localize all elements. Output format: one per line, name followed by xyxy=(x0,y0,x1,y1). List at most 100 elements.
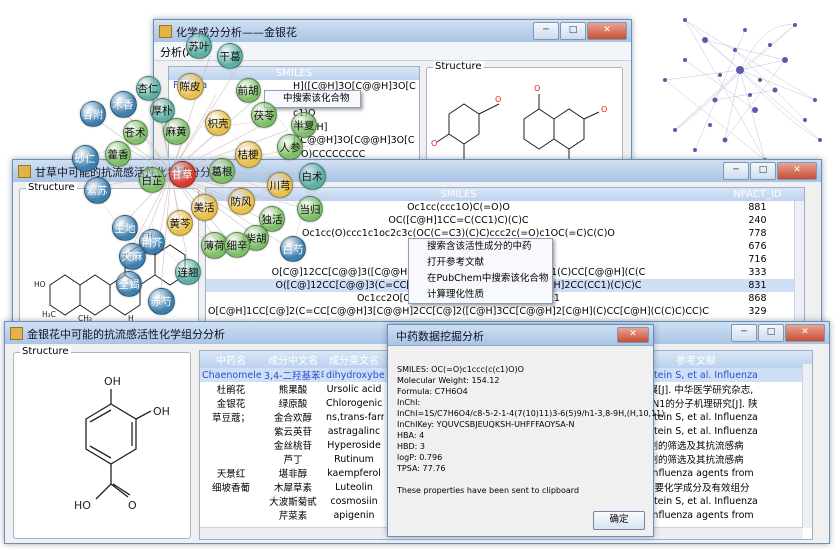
compound-en-cell: apigenin xyxy=(333,509,375,521)
svg-text:O: O xyxy=(495,95,501,104)
id-cell: 881 xyxy=(748,202,767,213)
compound-en-cell: ns,trans-farnes xyxy=(326,411,384,423)
herb-node[interactable]: 美活 xyxy=(190,193,218,221)
property-line-smiles: SMILES: OC(=O)c1ccc(c(c1)O)O xyxy=(397,365,524,374)
minimize-button[interactable]: ─ xyxy=(731,324,757,342)
herb-cell: 细坡香葡 xyxy=(211,483,250,494)
id-cell: 778 xyxy=(748,228,767,239)
herb-node[interactable]: 木香 xyxy=(109,90,137,118)
compound-cn-cell: 熊果酸 xyxy=(278,385,308,396)
herb-cell xyxy=(200,508,262,522)
compound-cn-cell: 大波斯菊甙 xyxy=(269,497,317,508)
herb-node[interactable]: 赤芍 xyxy=(147,287,175,315)
window-titlebar[interactable]: 化学成分分析——金银花 ─ □ ✕ xyxy=(154,20,631,43)
compound-cn-cell: 木犀草素 xyxy=(273,483,312,494)
herb-node[interactable]: 连翘 xyxy=(175,259,201,285)
compound-en-cell: Luteolin xyxy=(335,481,373,493)
property-line-inchi: InChI=1S/C7H6O4/c8-5-2-1-4(7(10)11)3-6(5… xyxy=(397,409,665,418)
herb-node[interactable]: 人参 xyxy=(277,134,303,160)
herb-cell: 天景红 xyxy=(216,469,246,480)
compound-en-cell: Hyperoside xyxy=(327,439,381,451)
window-title: 金银花中可能的抗流感活性化学组分分析 xyxy=(27,328,225,341)
compound-en-cell: Ursolic acid xyxy=(326,383,382,395)
herb-node[interactable]: 陈皮 xyxy=(176,72,204,100)
id-cell: 333 xyxy=(748,267,767,278)
atom-label: HO xyxy=(74,499,91,512)
herb-node[interactable]: 干葛 xyxy=(217,43,243,69)
compound-cn-cell: 金丝桃苷 xyxy=(273,441,312,452)
herb-node[interactable]: 桔梗 xyxy=(234,140,262,168)
property-line-tpsa: TPSA: 77.76 xyxy=(397,464,446,473)
vertical-scrollbar[interactable] xyxy=(794,201,804,328)
maximize-button[interactable]: □ xyxy=(750,162,776,180)
herb-node[interactable]: 白芷 xyxy=(139,167,165,193)
herb-node[interactable]: 川芎 xyxy=(267,172,293,198)
herb-node[interactable]: 藿香 xyxy=(105,141,131,167)
svg-text:O: O xyxy=(534,84,540,93)
herb-node[interactable]: 全蝎 xyxy=(116,271,142,297)
compound-en-cell: kaempferol xyxy=(327,467,381,479)
close-button[interactable]: ✕ xyxy=(617,327,649,343)
property-line-molecular-weight: Molecular Weight: 154.12 xyxy=(397,376,500,385)
context-menu-item-calc-properties[interactable]: 计算理化性质 xyxy=(409,287,552,303)
herb-node[interactable]: 紫苏 xyxy=(83,176,111,204)
atom-label: OH xyxy=(104,375,121,388)
herb-node[interactable]: 茯苓 xyxy=(251,102,277,128)
maximize-button[interactable]: □ xyxy=(560,22,586,40)
column-header-compound-en[interactable]: 成分英文名 xyxy=(324,351,384,368)
herb-cell: Chaenomeles xyxy=(200,368,262,382)
herb-node[interactable]: 甘草 xyxy=(168,160,196,188)
column-header-herb[interactable]: 中药名 xyxy=(200,351,262,368)
dialog-titlebar[interactable]: 中药数据挖掘分析 ✕ xyxy=(388,325,653,346)
compound-cn-cell: 紫云英苷 xyxy=(273,427,312,438)
structure-label: Structure xyxy=(433,61,484,72)
maximize-button[interactable]: □ xyxy=(758,324,784,342)
herb-cell xyxy=(200,438,262,452)
compound-en-cell: Rutinum xyxy=(334,453,374,465)
clipboard-notice: These properties have been sent to clipb… xyxy=(397,486,580,495)
app-icon xyxy=(159,25,172,38)
compound-en-cell: cosmosiin xyxy=(330,495,378,507)
herb-node[interactable]: 香附 xyxy=(80,101,106,127)
minimize-button[interactable]: ─ xyxy=(723,162,749,180)
herb-node[interactable]: 杏仁 xyxy=(135,75,161,101)
herb-node[interactable]: 麻黄 xyxy=(162,117,190,145)
herb-node[interactable]: 防风 xyxy=(227,187,255,215)
close-button[interactable]: ✕ xyxy=(785,324,825,342)
herb-node[interactable]: 生地 xyxy=(112,215,138,241)
column-header-npact-id[interactable]: NPACT_ID xyxy=(711,188,804,201)
herb-cell xyxy=(200,452,262,466)
compound-en-cell: astragalinc xyxy=(327,425,381,437)
herb-cell xyxy=(200,424,262,438)
id-cell: 868 xyxy=(748,293,767,304)
close-button[interactable]: ✕ xyxy=(777,162,817,180)
context-menu-item-pubchem-search[interactable]: 在PubChem中搜索该化合物 xyxy=(409,271,552,287)
herb-node[interactable]: 枳壳 xyxy=(205,110,231,136)
vertical-scrollbar[interactable] xyxy=(802,364,812,528)
herb-node[interactable]: 砂仁 xyxy=(71,144,99,172)
ok-button[interactable]: 确定 xyxy=(593,511,645,530)
id-cell: 676 xyxy=(748,241,767,252)
herb-node[interactable]: 苏叶 xyxy=(186,33,212,59)
svg-text:O: O xyxy=(601,105,607,114)
herb-node[interactable]: 当归 xyxy=(297,196,323,222)
close-button[interactable]: ✕ xyxy=(587,22,627,40)
herb-node[interactable]: 葛根 xyxy=(209,158,235,184)
herb-node[interactable]: 细辛 xyxy=(224,232,250,258)
compound-en-cell: Chlorogenic xyxy=(326,397,383,409)
herb-node[interactable]: 白芍 xyxy=(280,236,306,262)
herb-node[interactable]: 黄芩 xyxy=(167,210,193,236)
context-menu-item-open-reference[interactable]: 打开参考文献 xyxy=(409,255,552,271)
context-menu-item-search-herbs[interactable]: 搜索含该活性成分的中药 xyxy=(409,239,552,255)
property-line-hbd: HBD: 3 xyxy=(397,442,425,451)
minimize-button[interactable]: ─ xyxy=(533,22,559,40)
herb-node[interactable]: 天麻 xyxy=(118,242,146,270)
protocatechuic-acid-structure-drawing: OH OH HO O xyxy=(74,375,170,512)
herb-node[interactable]: 白术 xyxy=(298,162,326,190)
property-line-blank xyxy=(397,475,664,486)
column-header-compound-cn[interactable]: 成分中文名 xyxy=(262,351,324,368)
atom-label: O xyxy=(128,499,137,512)
herb-node[interactable]: 苍术 xyxy=(122,119,148,145)
context-menu-win2: 搜索含该活性成分的中药 打开参考文献 在PubChem中搜索该化合物 计算理化性… xyxy=(408,238,553,304)
herb-node[interactable]: 前胡 xyxy=(235,77,261,103)
